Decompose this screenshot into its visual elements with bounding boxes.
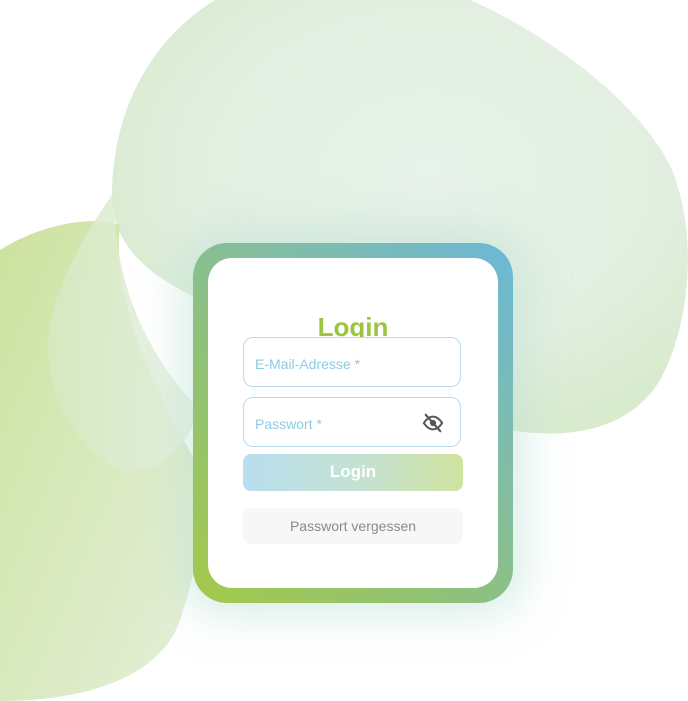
email-placeholder: E-Mail-Adresse * (255, 356, 361, 372)
login-card-frame: Login E-Mail-Adresse * Passwort * Login … (193, 243, 513, 603)
login-card: Login E-Mail-Adresse * Passwort * Login … (208, 258, 498, 588)
password-field[interactable]: Passwort * (243, 397, 461, 447)
login-button[interactable]: Login (243, 454, 463, 491)
login-page: Login E-Mail-Adresse * Passwort * Login … (0, 0, 688, 701)
password-placeholder: Passwort * (255, 416, 322, 432)
eye-off-icon[interactable] (422, 413, 444, 433)
email-field[interactable]: E-Mail-Adresse * (243, 337, 461, 387)
forgot-password-button[interactable]: Passwort vergessen (243, 508, 463, 544)
